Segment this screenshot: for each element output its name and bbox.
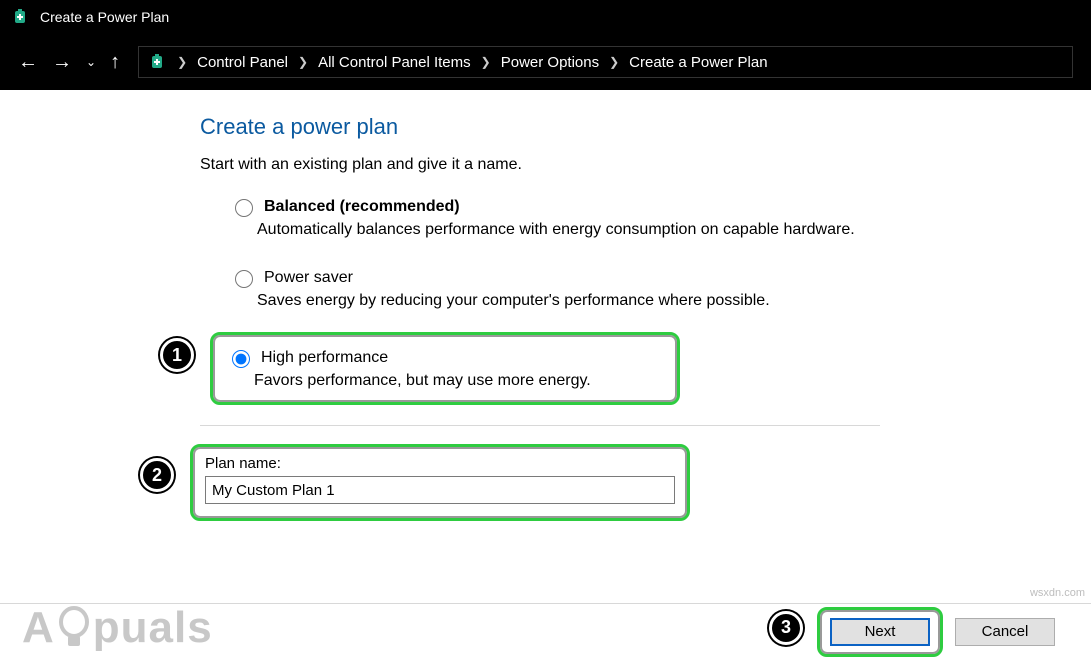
plan-highperf-highlight: High performance Favors performance, but… [210,332,680,405]
up-arrow-icon[interactable]: ↑ [110,51,120,74]
next-button-highlight: Next [817,607,943,657]
lightbulb-icon [57,606,91,650]
watermark-logo: A puals [22,603,213,653]
back-arrow-icon[interactable]: ← [18,51,38,74]
radio-balanced[interactable] [235,199,253,217]
plan-options: Balanced (recommended) Automatically bal… [230,188,940,405]
chevron-right-icon[interactable]: ❯ [298,55,308,69]
chevron-right-icon[interactable]: ❯ [609,55,619,69]
recent-locations-icon[interactable]: ⌄ [86,55,96,69]
window-title: Create a Power Plan [40,9,169,25]
annotation-badge-3: 3 [769,611,803,645]
breadcrumb-item[interactable]: Control Panel [197,54,288,71]
plan-name-label: Plan name: [205,455,675,472]
plan-highperf-desc: Favors performance, but may use more ene… [254,372,663,390]
plan-balanced: Balanced (recommended) Automatically bal… [230,188,940,249]
breadcrumb-item[interactable]: All Control Panel Items [318,54,471,71]
battery-icon [147,52,167,72]
plan-balanced-desc: Automatically balances performance with … [257,221,940,239]
radio-highperf[interactable] [232,350,250,368]
forward-arrow-icon[interactable]: → [52,51,72,74]
separator [200,425,880,426]
plan-balanced-label[interactable]: Balanced (recommended) [264,198,460,216]
chevron-right-icon[interactable]: ❯ [481,55,491,69]
plan-name-highlight: Plan name: [190,444,690,521]
breadcrumb-item[interactable]: Create a Power Plan [629,54,767,71]
cancel-button[interactable]: Cancel [955,618,1055,646]
annotation-badge-2: 2 [140,458,174,492]
page-title: Create a power plan [200,114,940,140]
breadcrumb-item[interactable]: Power Options [501,54,599,71]
navbar: ← → ⌄ ↑ ❯ Control Panel ❯ All Control Pa… [0,34,1091,90]
radio-powersaver[interactable] [235,270,253,288]
content-area: Create a power plan Start with an existi… [0,90,1091,521]
titlebar: Create a Power Plan [0,0,1091,34]
battery-icon [10,7,30,27]
plan-powersaver-label[interactable]: Power saver [264,269,353,287]
next-button[interactable]: Next [830,618,930,646]
plan-powersaver-desc: Saves energy by reducing your computer's… [257,292,940,310]
watermark-url: wsxdn.com [1030,587,1085,599]
page-subtitle: Start with an existing plan and give it … [200,156,940,174]
plan-highperf-label[interactable]: High performance [261,349,388,367]
annotation-badge-1: 1 [160,338,194,372]
chevron-right-icon[interactable]: ❯ [177,55,187,69]
plan-name-input[interactable] [205,476,675,504]
plan-powersaver: Power saver Saves energy by reducing you… [230,259,940,320]
address-bar[interactable]: ❯ Control Panel ❯ All Control Panel Item… [138,46,1073,78]
